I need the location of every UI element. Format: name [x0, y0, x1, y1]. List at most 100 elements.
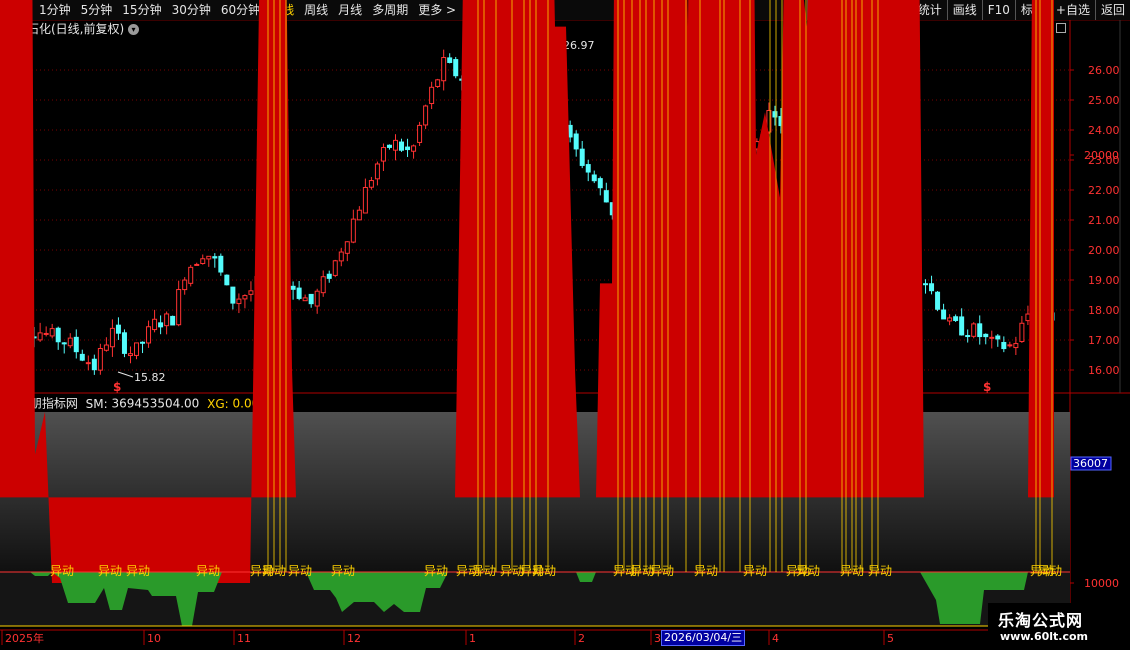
candle-body [320, 276, 326, 294]
watermark-title: 乐淘公式网 [998, 611, 1084, 630]
time-axis-label: 1 [469, 632, 476, 645]
candle-body [61, 342, 67, 345]
signal-label: 异动 [98, 564, 122, 578]
price-tick-label: 21.00 [1088, 214, 1120, 227]
candle-body [55, 327, 61, 343]
candle-body [350, 218, 356, 243]
candle-body [79, 353, 85, 361]
signal-label: 异动 [743, 564, 767, 578]
candle-body [97, 348, 103, 371]
time-axis-label: 4 [772, 632, 779, 645]
candle-body [91, 358, 97, 371]
candle-body [380, 147, 386, 162]
candle-body [971, 323, 977, 337]
candle-body [158, 322, 164, 328]
candle-body [977, 323, 983, 338]
candle-body [405, 146, 411, 151]
candle-body [941, 309, 947, 320]
candle-body [995, 335, 1001, 340]
candle-body [441, 57, 447, 82]
candle-body [1007, 344, 1013, 347]
time-axis-label: 11 [237, 632, 251, 645]
candle-body [194, 263, 200, 266]
candle-body [597, 178, 603, 189]
candle-body [959, 316, 965, 336]
candle-body [989, 336, 995, 339]
signal-label: 异动 [50, 564, 74, 578]
candle-body [85, 362, 91, 365]
candle-body [423, 105, 429, 126]
low-pointer [117, 371, 134, 378]
watermark-url: www.60lt.com [1000, 630, 1089, 643]
signal-label: 异动 [868, 564, 892, 578]
candle-body [146, 326, 152, 344]
candle-body [326, 273, 332, 279]
candle-body [603, 190, 609, 203]
candle-body [435, 79, 441, 87]
candle-body [302, 297, 308, 302]
candle-body [170, 315, 176, 326]
candle-body [1025, 313, 1031, 322]
candle-body [140, 341, 146, 344]
candle-body [206, 255, 212, 260]
candle-body [368, 180, 374, 188]
price-tick-label: 24.00 [1088, 124, 1120, 137]
time-axis-label: 5 [887, 632, 894, 645]
price-tick-label: 25.00 [1088, 94, 1120, 107]
watermark: 乐淘公式网 www.60lt.com [988, 603, 1130, 650]
time-axis-label: 12 [347, 632, 361, 645]
price-tick-label: 20.00 [1088, 244, 1120, 257]
signal-label: 异动 [262, 564, 286, 578]
candle-body [218, 255, 224, 273]
signal-label: 异动 [196, 564, 220, 578]
signal-label: 异动 [840, 564, 864, 578]
time-axis-label: 10 [147, 632, 161, 645]
kline-chart[interactable]: 26.0025.0024.0023.0022.0021.0020.0019.00… [0, 0, 1130, 650]
candle-body [230, 286, 236, 304]
candle-body [308, 293, 314, 305]
candle-body [314, 290, 320, 307]
candle-body [182, 279, 188, 291]
candle-body [37, 332, 43, 341]
candle-body [453, 59, 459, 77]
candle-body [947, 317, 953, 322]
candle-body [447, 57, 453, 63]
candle-body [67, 337, 73, 347]
signal-label: 异动 [1038, 564, 1062, 578]
price-tick-label: 22.00 [1088, 184, 1120, 197]
candle-body [176, 289, 182, 326]
candle-body [356, 209, 362, 221]
candle-body [236, 298, 242, 305]
price-tick-label: 18.00 [1088, 304, 1120, 317]
low-label: 15.82 [134, 371, 166, 384]
signal-label: 异动 [424, 564, 448, 578]
candle-body [417, 124, 423, 143]
candle-body [290, 285, 296, 290]
candle-body [49, 328, 55, 337]
candle-body [127, 353, 133, 357]
signal-label: 异动 [331, 564, 355, 578]
signal-label: 异动 [472, 564, 496, 578]
candle-body [935, 291, 941, 310]
candle-body [332, 260, 338, 276]
candle-body [591, 174, 597, 182]
price-tick-label: 26.00 [1088, 64, 1120, 77]
candle-body [953, 316, 959, 321]
candle-body [929, 283, 935, 292]
indicator-tick-label: 10000 [1084, 577, 1119, 590]
candle-body [212, 256, 218, 259]
candle-body [200, 258, 206, 265]
candle-body [362, 187, 368, 214]
time-axis-label: 2025年 [5, 631, 44, 645]
signal-label: 异动 [796, 564, 820, 578]
candle-body [1013, 343, 1019, 349]
high-label: 26.97 [563, 39, 595, 52]
signal-label: 异动 [288, 564, 312, 578]
candle-body [152, 318, 158, 331]
candle-body [43, 332, 49, 335]
time-axis-label: 3 [654, 632, 661, 645]
candle-body [296, 287, 302, 299]
candle-body [374, 163, 380, 180]
signal-label: 异动 [694, 564, 718, 578]
candle-body [224, 274, 230, 286]
